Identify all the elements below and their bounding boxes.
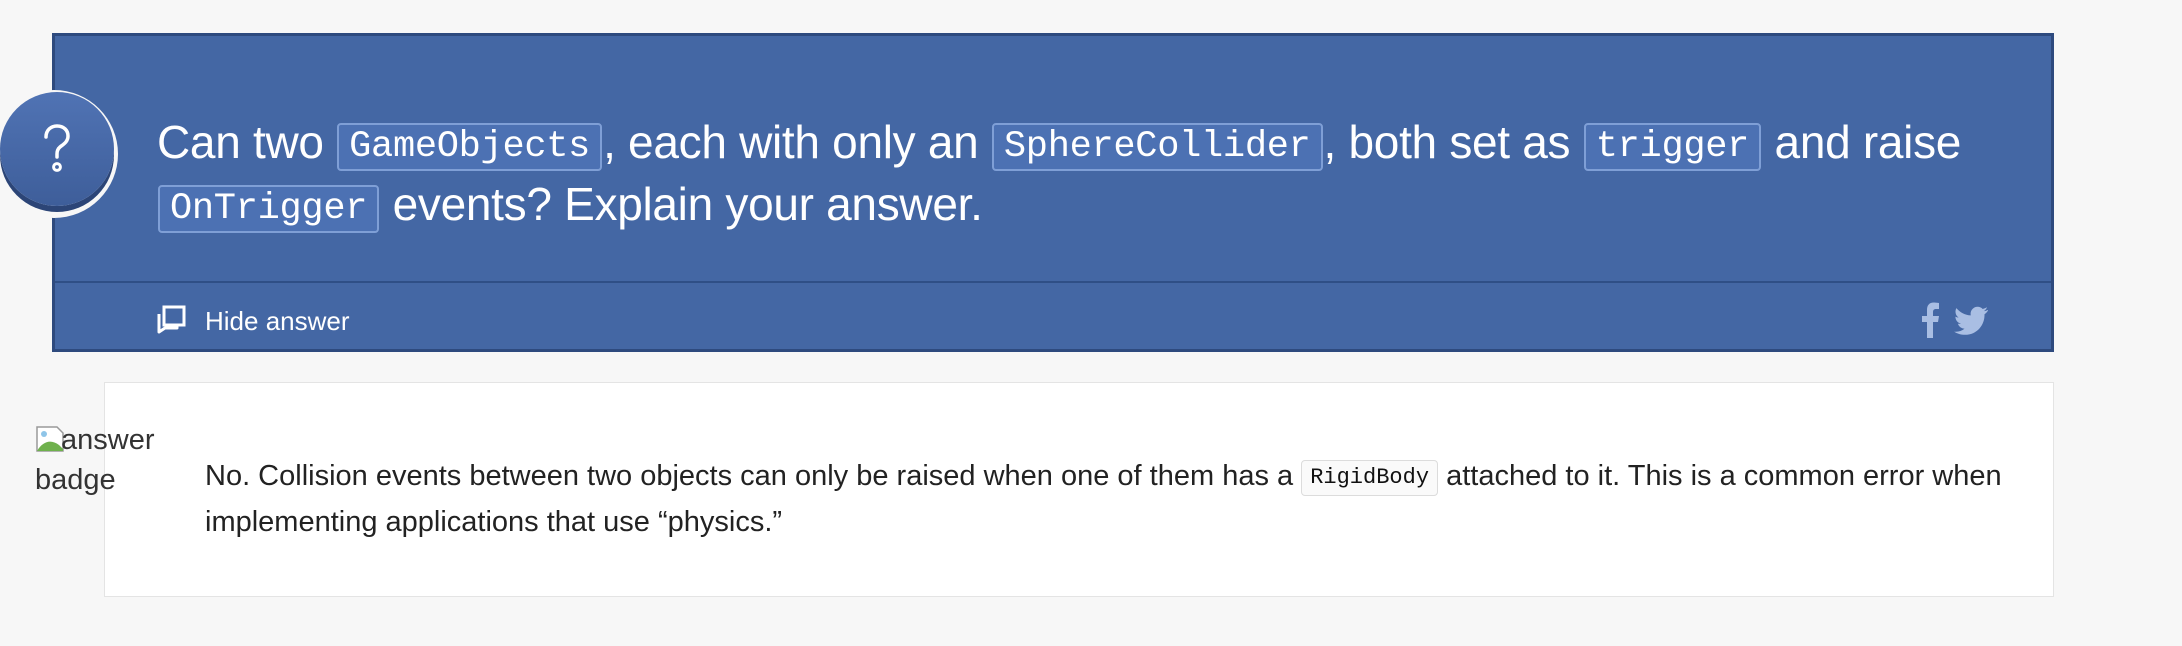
question-segment: , each with only an [603, 116, 991, 168]
question-divider [55, 281, 2051, 283]
question-badge [0, 92, 114, 206]
question-segment: , both set as [1323, 116, 1583, 168]
code-chip-rigidbody: RigidBody [1301, 460, 1439, 496]
hide-answer-icon [157, 305, 186, 334]
twitter-icon[interactable] [1953, 302, 1989, 338]
code-chip-gameobjects: GameObjects [337, 123, 603, 171]
code-chip-spherecollider: SphereCollider [991, 123, 1323, 171]
question-card: Can two GameObjects, each with only an S… [52, 33, 2054, 352]
question-segment: events? Explain your answer. [380, 178, 983, 230]
hide-answer-button[interactable]: Hide answer [155, 301, 350, 341]
answer-segment: No. Collision events between two objects… [205, 460, 1302, 492]
hide-answer-label: Hide answer [205, 305, 350, 336]
question-text: Can two GameObjects, each with only an S… [157, 111, 2017, 235]
answer-badge: answer badge [35, 420, 165, 500]
answer-card: No. Collision events between two objects… [104, 382, 2054, 597]
share-buttons [1919, 302, 1989, 338]
answer-text: No. Collision events between two objects… [205, 453, 2005, 545]
question-segment: Can two [157, 116, 337, 168]
facebook-icon[interactable] [1919, 302, 1941, 338]
question-segment: and raise [1762, 116, 1962, 168]
page: Can two GameObjects, each with only an S… [0, 0, 2182, 646]
code-chip-ontrigger: OnTrigger [158, 185, 380, 233]
code-chip-trigger: trigger [1583, 123, 1762, 171]
question-mark-icon [44, 124, 70, 172]
